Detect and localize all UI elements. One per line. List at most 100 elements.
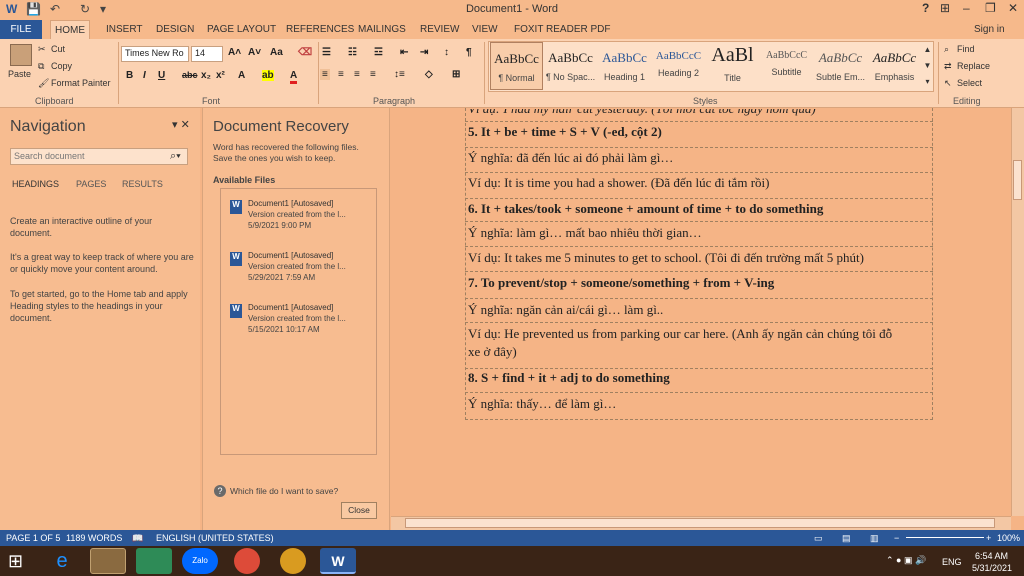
font-name-box[interactable]: Times New Ro <box>121 46 189 62</box>
subscript-icon[interactable]: x₂ <box>201 70 211 81</box>
justify-icon[interactable]: ≡ <box>370 69 376 80</box>
select-icon[interactable]: ↖ <box>944 78 952 89</box>
tab-results[interactable]: RESULTS <box>122 179 163 189</box>
doc-heading-8[interactable]: 8. S + find + it + adj to do something <box>468 370 670 386</box>
nav-options-icon[interactable]: ▾ ✕ <box>172 118 190 131</box>
shading-icon[interactable]: ◇ <box>425 69 433 80</box>
restore-button[interactable]: ❐ <box>985 1 996 15</box>
ie-icon[interactable]: e <box>44 548 80 574</box>
format-painter-button[interactable]: Format Painter <box>51 78 111 88</box>
tab-view[interactable]: VIEW <box>468 20 502 39</box>
search-icon[interactable]: ⌕▾ <box>170 150 181 163</box>
help-icon[interactable]: ? <box>214 485 226 497</box>
search-input[interactable]: Search document <box>10 148 188 165</box>
multilevel-icon[interactable]: ☲ <box>374 47 383 58</box>
read-mode-icon[interactable]: ▭ <box>814 533 823 544</box>
sign-in-link[interactable]: Sign in <box>970 20 1009 39</box>
tab-page-layout[interactable]: PAGE LAYOUT <box>203 20 280 39</box>
undo-icon[interactable]: ↶ <box>50 2 60 16</box>
doc-line[interactable]: Ý nghĩa: ngăn cản ai/cái gì… làm gì.. <box>468 302 663 318</box>
doc-line[interactable]: Ví dụ: It takes me 5 minutes to get to s… <box>468 250 864 266</box>
zalo-icon[interactable]: Zalo <box>182 548 218 574</box>
doc-line[interactable]: Ý nghĩa: làm gì… mất bao nhiêu thời gian… <box>468 225 702 241</box>
ribbon-options-button[interactable]: ⊞ <box>940 1 950 15</box>
replace-button[interactable]: Replace <box>957 61 990 71</box>
style-heading-1[interactable]: AaBbCc Heading 1 <box>598 42 651 90</box>
word-count[interactable]: 1189 WORDS <box>66 533 122 543</box>
italic-icon[interactable]: I <box>143 70 146 81</box>
cut-button[interactable]: Cut <box>51 44 65 54</box>
close-button[interactable]: ✕ <box>1008 1 1018 15</box>
strikethrough-icon[interactable]: abc <box>182 70 198 80</box>
save-icon[interactable]: 💾 <box>26 2 41 16</box>
input-language[interactable]: ENG <box>942 557 962 567</box>
tab-file[interactable]: FILE <box>0 20 42 39</box>
style-title[interactable]: AaBl Title <box>706 42 759 90</box>
find-button[interactable]: Find <box>957 44 975 54</box>
style-subtitle[interactable]: AaBbCcC Subtitle <box>760 42 813 90</box>
doc-line[interactable]: Ví dụ: He prevented us from parking our … <box>468 326 892 342</box>
clock-date[interactable]: 5/31/2021 <box>972 563 1012 573</box>
word-taskbar-icon[interactable]: W <box>320 548 356 574</box>
tab-review[interactable]: REVIEW <box>416 20 463 39</box>
doc-heading-7[interactable]: 7. To prevent/stop + someone/something +… <box>468 275 774 291</box>
tab-insert[interactable]: INSERT <box>102 20 147 39</box>
style-normal[interactable]: AaBbCc ¶ Normal <box>490 42 543 90</box>
decrease-indent-icon[interactable]: ⇤ <box>400 47 408 58</box>
paste-icon[interactable] <box>10 44 32 66</box>
change-case-icon[interactable]: Aa <box>270 47 283 58</box>
bullets-icon[interactable]: ☰ <box>322 47 331 58</box>
proofing-icon[interactable]: 📖 <box>132 533 143 544</box>
recovery-file-item[interactable]: W Document1 [Autosaved] Version created … <box>226 301 371 347</box>
tab-design[interactable]: DESIGN <box>152 20 198 39</box>
help-button[interactable]: ? <box>922 1 929 15</box>
align-left-icon[interactable]: ≡ <box>320 69 330 80</box>
tab-home[interactable]: HOME <box>50 20 90 39</box>
text-effects-icon[interactable]: A <box>238 70 245 81</box>
print-layout-icon[interactable]: ▤ <box>842 533 851 544</box>
doc-heading-6[interactable]: 6. It + takes/took + someone + amount of… <box>468 201 823 217</box>
clock-time[interactable]: 6:54 AM <box>975 551 1008 561</box>
replace-icon[interactable]: ⇄ <box>944 61 952 72</box>
highlight-icon[interactable]: ab <box>262 70 274 81</box>
windows-start-icon[interactable]: ⊞ <box>8 551 28 571</box>
tray-icons[interactable]: ⌃ ● ▣ 🔊 <box>886 555 926 566</box>
zoom-slider[interactable] <box>906 537 984 538</box>
customize-qa-icon[interactable]: ▾ <box>100 2 106 16</box>
find-icon[interactable]: ⌕ <box>944 44 949 55</box>
tab-mailings[interactable]: MAILINGS <box>354 20 410 39</box>
select-button[interactable]: Select <box>957 78 982 88</box>
borders-icon[interactable]: ⊞ <box>452 69 460 80</box>
superscript-icon[interactable]: x² <box>216 70 225 81</box>
sort-icon[interactable]: ↕ <box>444 47 449 58</box>
copy-button[interactable]: Copy <box>51 61 72 71</box>
tab-references[interactable]: REFERENCES <box>282 20 358 39</box>
font-color-icon[interactable]: A <box>290 70 298 84</box>
redo-icon[interactable]: ↻ <box>80 2 90 16</box>
zoom-in-icon[interactable]: + <box>986 533 991 543</box>
style-heading-2[interactable]: AaBbCcC Heading 2 <box>652 42 705 90</box>
grow-font-icon[interactable]: A˄ <box>228 47 241 58</box>
paste-button[interactable]: Paste <box>8 69 31 79</box>
zoom-out-icon[interactable]: − <box>894 533 899 543</box>
numbering-icon[interactable]: ☷ <box>348 47 357 58</box>
close-recovery-button[interactable]: Close <box>341 502 377 519</box>
language[interactable]: ENGLISH (UNITED STATES) <box>156 533 274 543</box>
style-subtle-emphasis[interactable]: AaBbCc Subtle Em... <box>814 42 867 90</box>
h-scroll-thumb[interactable] <box>405 518 995 528</box>
doc-line[interactable]: Ý nghĩa: đã đến lúc ai đó phải làm gì… <box>468 150 673 166</box>
recovery-file-item[interactable]: W Document1 [Autosaved] Version created … <box>226 249 371 295</box>
scroll-thumb[interactable] <box>1013 160 1022 200</box>
align-center-icon[interactable]: ≡ <box>338 69 344 80</box>
style-no-spacing[interactable]: AaBbCc ¶ No Spac... <box>544 42 597 90</box>
line-spacing-icon[interactable]: ↕≡ <box>394 69 405 80</box>
page-count[interactable]: PAGE 1 OF 5 <box>6 533 60 543</box>
doc-line[interactable]: xe ở đây) <box>468 344 517 360</box>
cut-icon[interactable]: ✂ <box>38 44 46 55</box>
which-file-link[interactable]: Which file do I want to save? <box>230 486 338 496</box>
bold-icon[interactable]: B <box>126 70 133 81</box>
format-painter-icon[interactable]: 🖌 <box>38 78 49 89</box>
style-emphasis[interactable]: AaBbCc Emphasis <box>868 42 921 90</box>
clear-format-icon[interactable]: ⌫ <box>298 47 312 58</box>
tab-foxit[interactable]: FOXIT READER PDF <box>510 20 615 39</box>
